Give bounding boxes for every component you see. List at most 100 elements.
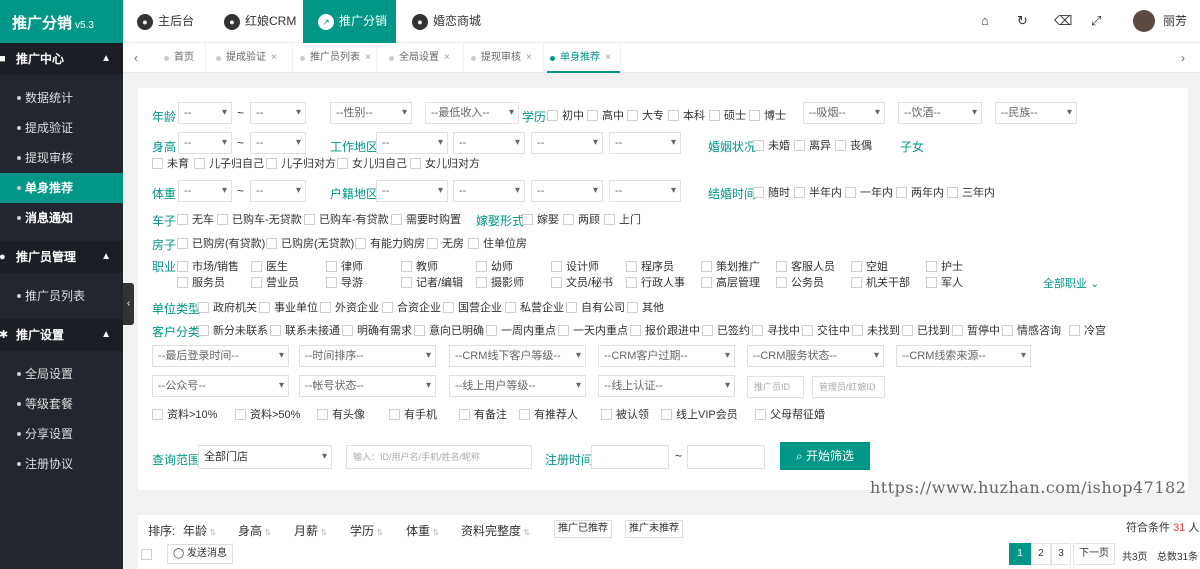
close-icon[interactable]: × [271, 52, 277, 63]
option-checkbox[interactable]: 冷宫 [1069, 324, 1106, 338]
crm-expire-select[interactable]: --CRM客户过期-- [598, 345, 735, 367]
option-checkbox[interactable]: 高层管理 [701, 276, 760, 290]
option-checkbox[interactable]: 一周内重点 [486, 324, 556, 338]
option-checkbox[interactable]: 摄影师 [476, 276, 524, 290]
ethnic-select[interactable]: --民族-- [995, 102, 1077, 124]
sidebar-item-share-settings[interactable]: 分享设置 [0, 419, 123, 449]
edu-option[interactable]: 博士 [749, 109, 786, 123]
scope-select[interactable]: 全部门店 [198, 445, 332, 469]
sidebar-section-promo-settings[interactable]: ✱ 推广设置 ▲ [0, 319, 123, 351]
close-icon[interactable]: × [605, 52, 611, 63]
unit-option[interactable]: 其他 [627, 301, 664, 315]
edu-option[interactable]: 硕士 [709, 109, 746, 123]
unit-option[interactable]: 国营企业 [443, 301, 502, 315]
topnav-crm[interactable]: ● 红娘CRM [224, 0, 296, 43]
topnav-shop[interactable]: ● 婚恋商城 [412, 0, 481, 43]
option-checkbox[interactable]: 教师 [401, 260, 438, 274]
tab-commission[interactable]: 提成验证 × [213, 43, 293, 73]
car-option[interactable]: 无车 [177, 213, 214, 227]
children-option[interactable]: 女儿归对方 [410, 157, 480, 171]
option-checkbox[interactable]: 医生 [251, 260, 288, 274]
marry-time-option[interactable]: 半年内 [794, 186, 842, 200]
sort-height[interactable]: 身高 [238, 522, 271, 539]
close-icon[interactable]: × [444, 52, 450, 63]
keyword-input[interactable]: 输入：ID/用户名/手机/姓名/昵称 [346, 445, 532, 469]
close-icon[interactable]: × [365, 52, 371, 63]
option-checkbox[interactable]: 机关干部 [851, 276, 910, 290]
tab-global-settings[interactable]: 全局设置 × [386, 43, 464, 73]
option-checkbox[interactable]: 父母帮征婚 [755, 408, 825, 422]
sidebar-item-commission[interactable]: 提成验证 [0, 113, 123, 143]
select-all-checkbox[interactable] [141, 548, 156, 562]
weight-to-select[interactable]: -- [250, 180, 306, 202]
admin-id-input[interactable]: 管理员/红娘ID [812, 376, 885, 398]
hukou-select-1[interactable]: -- [376, 180, 448, 202]
gender-select[interactable]: --性别-- [330, 102, 412, 124]
children-option[interactable]: 儿子归自己 [194, 157, 264, 171]
search-button[interactable]: ⌕ 开始筛选 [780, 442, 870, 470]
page-3[interactable]: 3 [1051, 543, 1071, 565]
option-checkbox[interactable]: 线上VIP会员 [661, 408, 738, 422]
unit-option[interactable]: 政府机关 [198, 301, 257, 315]
online-level-select[interactable]: --线上用户等级-- [449, 375, 586, 397]
edu-option[interactable]: 大专 [627, 109, 664, 123]
sidebar-item-stats[interactable]: 数据统计 [0, 83, 123, 113]
avatar[interactable] [1133, 10, 1155, 32]
option-checkbox[interactable]: 资料>50% [235, 408, 300, 422]
tab-single-recommend[interactable]: 单身推荐 × [547, 43, 621, 73]
official-account-select[interactable]: --公众号-- [152, 375, 289, 397]
sidebar-item-global-settings[interactable]: 全局设置 [0, 359, 123, 389]
unit-option[interactable]: 合资企业 [382, 301, 441, 315]
smoke-select[interactable]: --吸烟-- [803, 102, 885, 124]
option-checkbox[interactable]: 文员/秘书 [551, 276, 613, 290]
option-checkbox[interactable]: 一天内重点 [558, 324, 628, 338]
hukou-select-3[interactable]: -- [531, 180, 603, 202]
unit-option[interactable]: 外资企业 [320, 301, 379, 315]
drink-select[interactable]: --饮酒-- [898, 102, 982, 124]
sort-weight[interactable]: 体重 [406, 522, 439, 539]
next-page-button[interactable]: 下一页 [1073, 543, 1115, 565]
sidebar-item-single-recommend[interactable]: 单身推荐 [0, 173, 123, 203]
tab-promoter-list[interactable]: 推广员列表 × [297, 43, 377, 73]
age-from-select[interactable]: -- [178, 102, 232, 124]
marry-time-option[interactable]: 三年内 [947, 186, 995, 200]
reg-time-from-input[interactable] [591, 445, 669, 469]
height-to-select[interactable]: -- [250, 132, 306, 154]
sort-completeness[interactable]: 资料完整度 [461, 522, 530, 539]
work-area-select-1[interactable]: -- [376, 132, 448, 154]
option-checkbox[interactable]: 有备注 [459, 408, 507, 422]
marry-time-option[interactable]: 随时 [753, 186, 790, 200]
reg-time-to-input[interactable] [687, 445, 765, 469]
option-checkbox[interactable]: 新分未联系 [198, 324, 268, 338]
option-checkbox[interactable]: 暂停中 [952, 324, 1000, 338]
house-option[interactable]: 无房 [427, 237, 464, 251]
account-status-select[interactable]: --帐号状态-- [299, 375, 436, 397]
sort-education[interactable]: 学历 [350, 522, 383, 539]
house-option[interactable]: 住单位房 [468, 237, 527, 251]
last-login-select[interactable]: --最后登录时间-- [152, 345, 289, 367]
page-1[interactable]: 1 [1009, 543, 1031, 565]
option-checkbox[interactable]: 有头像 [317, 408, 365, 422]
work-area-select-4[interactable]: -- [609, 132, 681, 154]
crm-level-select[interactable]: --CRM线下客户等级-- [449, 345, 586, 367]
hukou-select-4[interactable]: -- [609, 180, 681, 202]
crm-status-select[interactable]: --CRM服务状态-- [747, 345, 884, 367]
option-checkbox[interactable]: 明确有需求 [342, 324, 412, 338]
option-checkbox[interactable]: 行政人事 [626, 276, 685, 290]
option-checkbox[interactable]: 报价跟进中 [630, 324, 700, 338]
all-jobs-link[interactable]: 全部职业 ⌄ [1043, 275, 1099, 291]
house-option[interactable]: 已购房(无贷款) [266, 237, 354, 251]
edu-option[interactable]: 高中 [587, 109, 624, 123]
time-sort-select[interactable]: --时间排序-- [299, 345, 436, 367]
promo-recommended-button[interactable]: 推广已推荐 [554, 520, 612, 538]
marry-form-option[interactable]: 上门 [604, 213, 641, 227]
children-option[interactable]: 女儿归自己 [337, 157, 407, 171]
height-from-select[interactable]: -- [178, 132, 232, 154]
online-cert-select[interactable]: --线上认证-- [598, 375, 735, 397]
sidebar-item-promoter-list[interactable]: 推广员列表 [0, 281, 123, 311]
option-checkbox[interactable]: 联系未接通 [270, 324, 340, 338]
weight-from-select[interactable]: -- [178, 180, 232, 202]
option-checkbox[interactable]: 有手机 [389, 408, 437, 422]
sidebar-item-withdraw[interactable]: 提现审核 [0, 143, 123, 173]
option-checkbox[interactable]: 市场/销售 [177, 260, 239, 274]
